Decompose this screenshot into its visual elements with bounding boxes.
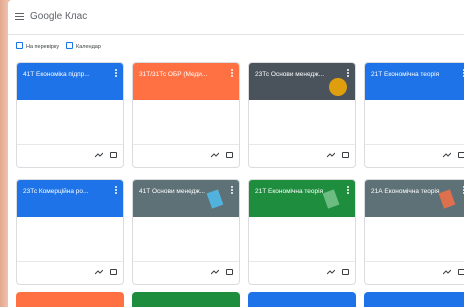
- trending-icon[interactable]: [95, 269, 103, 275]
- app-window: Google Клас На перевірку Календар 41Т Ек…: [8, 0, 464, 307]
- card-footer: [17, 261, 123, 284]
- folder-icon[interactable]: [458, 152, 464, 158]
- trending-icon[interactable]: [443, 269, 451, 275]
- trending-icon[interactable]: [211, 152, 219, 158]
- class-card[interactable]: 21Т Економічна теорія: [248, 179, 356, 285]
- app-logo[interactable]: Google Клас: [30, 11, 87, 22]
- hamburger-menu-icon[interactable]: [15, 13, 24, 20]
- card-footer: [17, 144, 123, 167]
- monitor-bezel: [0, 0, 8, 307]
- class-card[interactable]: 23Тс Основи менедж...: [248, 62, 356, 168]
- folder-icon[interactable]: [110, 269, 117, 275]
- review-link[interactable]: На перевірку: [16, 42, 59, 50]
- more-options-icon[interactable]: [347, 186, 349, 195]
- card-title[interactable]: 23Тс Основи менедж...: [255, 71, 343, 78]
- card-decoration: [329, 78, 347, 96]
- card-footer: [133, 261, 239, 284]
- card-footer: [249, 261, 355, 284]
- card-footer: [365, 144, 464, 167]
- class-card[interactable]: 41Т Основи менедж...: [132, 179, 240, 285]
- card-header: [365, 180, 464, 217]
- card-header: [249, 180, 355, 217]
- card-footer: [133, 144, 239, 167]
- more-options-icon[interactable]: [231, 69, 233, 78]
- class-card[interactable]: 41Т Економіка підпр...: [16, 62, 124, 168]
- card-title[interactable]: 41Т Економіка підпр...: [23, 71, 111, 78]
- card-header: [133, 180, 239, 217]
- card-header: [365, 63, 464, 100]
- class-card[interactable]: 21А Економічна теорія: [364, 179, 464, 285]
- app-title: Google Клас: [30, 11, 88, 22]
- review-label: На перевірку: [26, 44, 60, 50]
- folder-icon[interactable]: [458, 269, 464, 275]
- review-icon: [16, 42, 23, 49]
- more-options-icon[interactable]: [115, 69, 117, 78]
- calendar-icon: [66, 42, 73, 49]
- top-bar: Google Клас: [8, 0, 464, 35]
- class-card[interactable]: 23Тс Комерційна ро...: [16, 179, 124, 285]
- trending-icon[interactable]: [443, 152, 451, 158]
- card-footer: [249, 144, 355, 167]
- class-card-partial[interactable]: [132, 292, 240, 307]
- folder-icon[interactable]: [226, 152, 233, 158]
- class-card-partial[interactable]: [364, 292, 464, 307]
- more-options-icon[interactable]: [347, 69, 349, 78]
- class-card[interactable]: 21Т Економічна теорія: [364, 62, 464, 168]
- trending-icon[interactable]: [327, 152, 335, 158]
- card-title[interactable]: 21А Економічна теорія: [371, 188, 459, 195]
- card-header: [17, 180, 123, 217]
- card-title[interactable]: 23Тс Комерційна ро...: [23, 188, 111, 195]
- card-header: [17, 63, 123, 100]
- card-header: [249, 63, 355, 100]
- calendar-label: Календар: [76, 44, 101, 50]
- class-card-grid: 41Т Економіка підпр... 31Т/31Тс ОБР (Мед…: [14, 62, 464, 307]
- folder-icon[interactable]: [226, 269, 233, 275]
- trending-icon[interactable]: [327, 269, 335, 275]
- folder-icon[interactable]: [110, 152, 117, 158]
- class-card[interactable]: 31Т/31Тс ОБР (Меди...: [132, 62, 240, 168]
- calendar-link[interactable]: Календар: [66, 42, 101, 50]
- trending-icon[interactable]: [95, 152, 103, 158]
- folder-icon[interactable]: [342, 152, 349, 158]
- class-card-partial[interactable]: [248, 292, 356, 307]
- card-footer: [365, 261, 464, 284]
- card-title[interactable]: 31Т/31Тс ОБР (Меди...: [139, 71, 227, 78]
- card-title[interactable]: 41Т Основи менедж...: [139, 188, 227, 195]
- card-header: [133, 63, 239, 100]
- sub-navigation: На перевірку Календар: [8, 38, 464, 54]
- class-card-partial[interactable]: [16, 292, 124, 307]
- folder-icon[interactable]: [342, 269, 349, 275]
- card-title[interactable]: 21Т Економічна теорія: [255, 188, 343, 195]
- more-options-icon[interactable]: [115, 186, 117, 195]
- trending-icon[interactable]: [211, 269, 219, 275]
- more-options-icon[interactable]: [231, 186, 233, 195]
- card-title[interactable]: 21Т Економічна теорія: [371, 71, 459, 78]
